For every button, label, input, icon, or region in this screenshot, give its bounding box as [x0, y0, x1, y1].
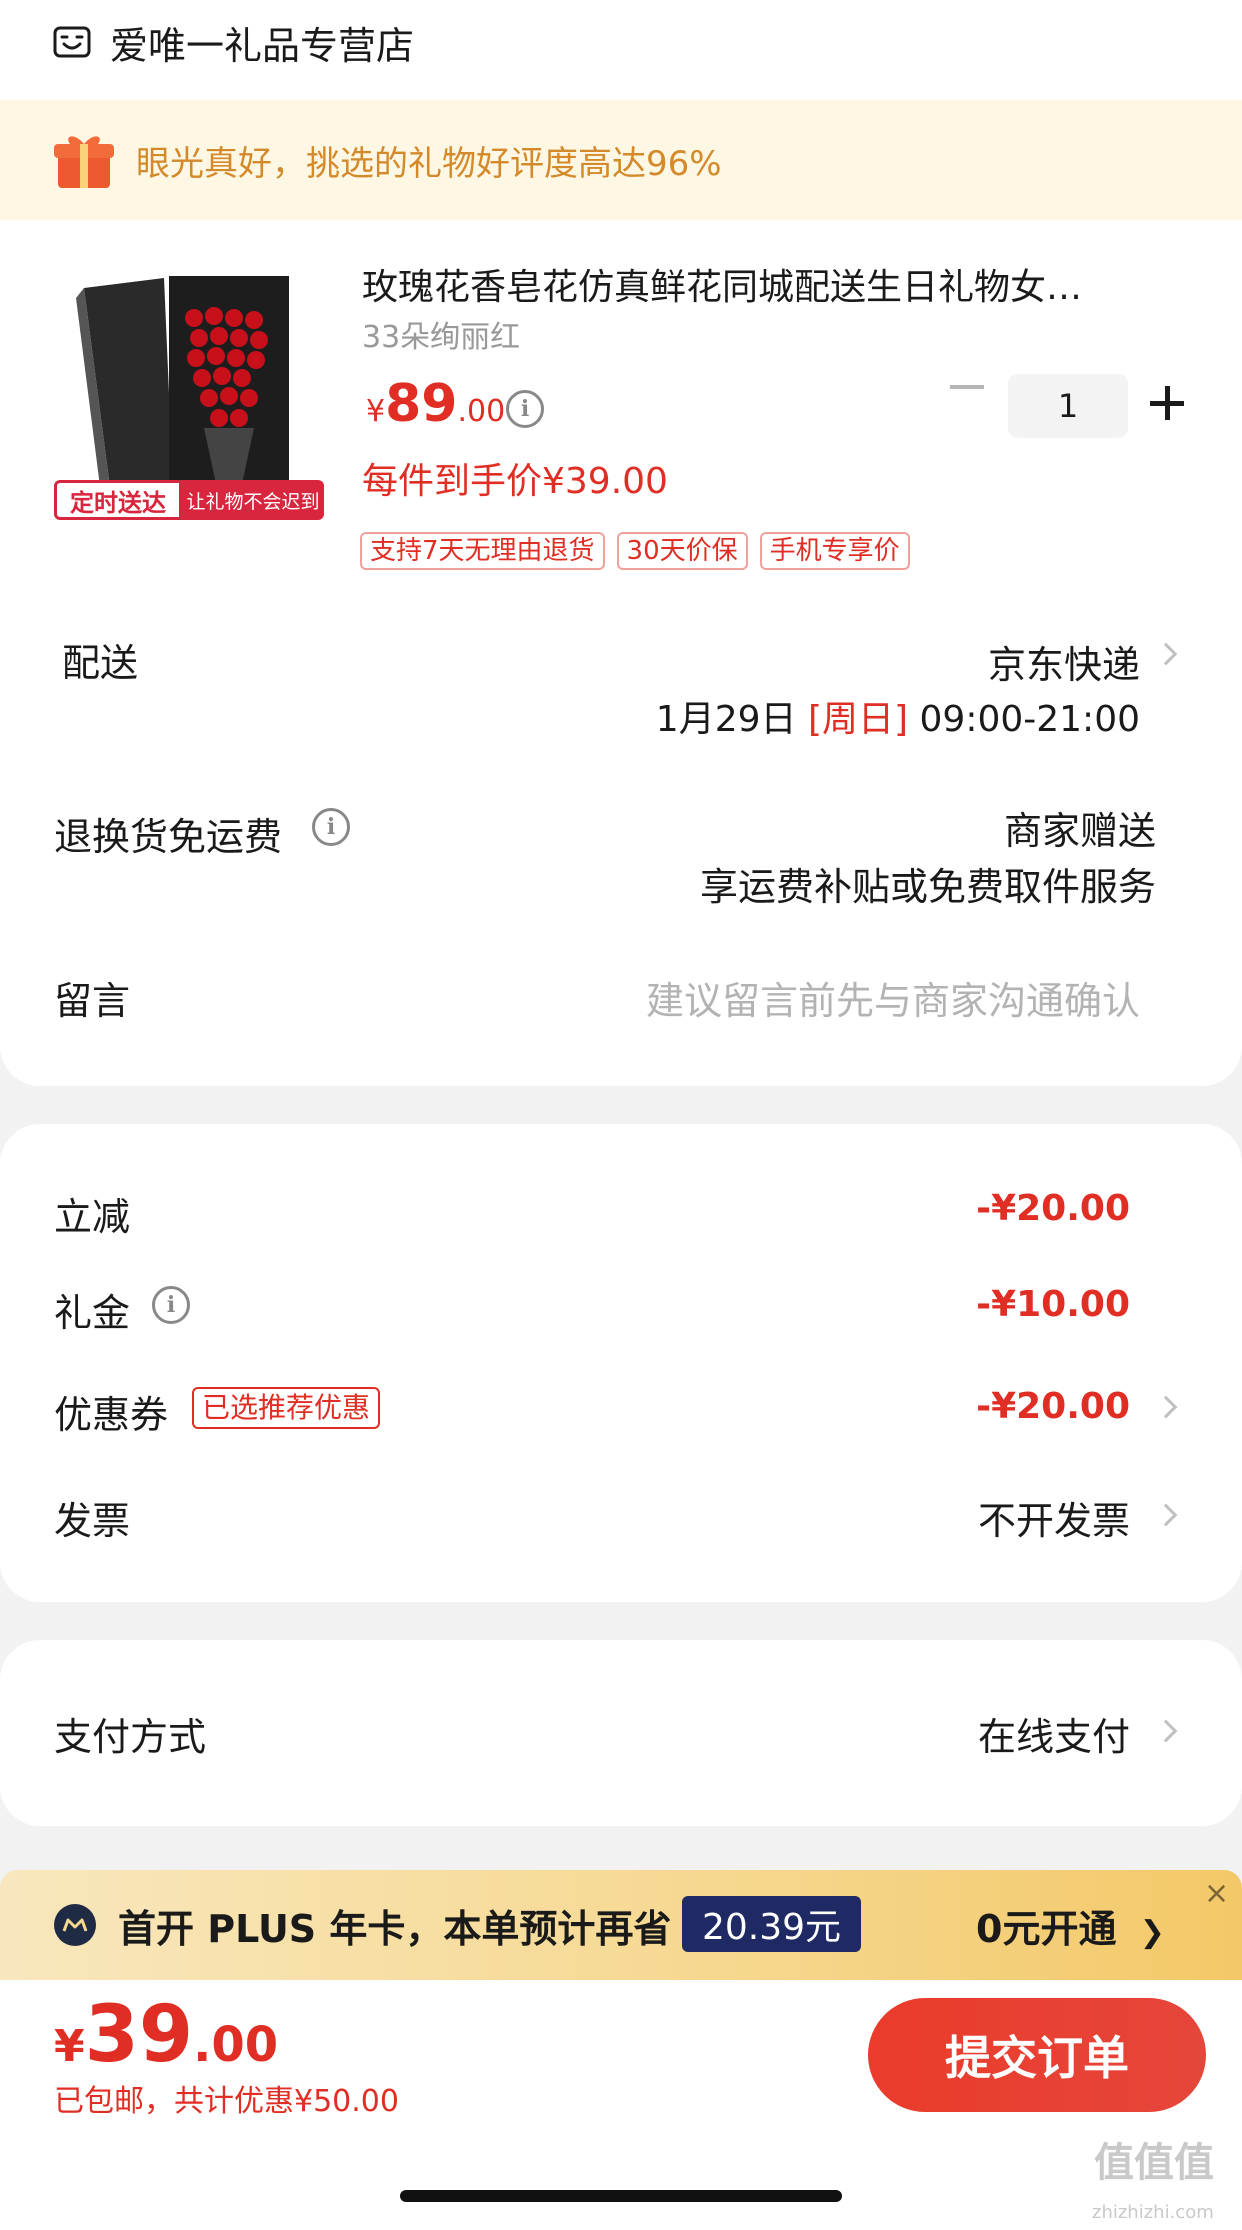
price-integer: 89 — [385, 374, 458, 434]
payment-label: 支付方式 — [54, 1715, 207, 1759]
submit-order-button[interactable]: 提交订单 — [868, 1998, 1206, 2112]
payment-value[interactable]: 在线支付 — [840, 1706, 1130, 1761]
checkout-bar: ¥ 39 .00 已包邮，共计优惠¥50.00 提交订单 值值值 zhizhiz… — [0, 1980, 1242, 2230]
order-card: 爱唯一礼品专营店 眼光真好，挑选的礼物好评度高达96% 定时送达 让礼物不会迟到… — [0, 0, 1242, 1086]
plus-open-label: 0元开通 — [976, 1907, 1117, 1951]
gift-money-info-icon[interactable]: i — [152, 1286, 190, 1324]
gift-icon — [54, 136, 114, 188]
store-icon — [53, 26, 91, 58]
delivery-date: 1月29日 — [655, 699, 797, 740]
invoice-chevron-icon[interactable] — [1154, 1503, 1178, 1527]
product-price: ¥ 89 .00 — [366, 374, 505, 434]
product-image[interactable]: 定时送达 让礼物不会迟到 — [54, 268, 324, 534]
gift-banner: 眼光真好，挑选的礼物好评度高达96% — [0, 100, 1242, 220]
total-integer: 39 — [84, 1990, 194, 2080]
product-spec[interactable]: 33朵绚丽红 — [362, 312, 520, 356]
timed-delivery-sub: 让礼物不会迟到 — [182, 480, 324, 520]
tag-price-protect: 30天价保 — [616, 532, 748, 570]
plus-open-chevron-icon: ❯ — [1139, 1915, 1165, 1950]
plus-savings-amount: 20.39元 — [682, 1896, 862, 1952]
total-decimal: .00 — [193, 2017, 279, 2073]
delivery-label: 配送 — [62, 641, 139, 685]
store-row[interactable]: 爱唯一礼品专营店 — [52, 10, 414, 74]
coupon-value[interactable]: -¥20.00 — [840, 1386, 1130, 1427]
tag-return: 支持7天无理由退货 — [360, 532, 605, 570]
return-shipping-info-icon[interactable]: i — [312, 808, 350, 846]
price-symbol: ¥ — [366, 394, 386, 429]
timed-delivery-badge: 定时送达 — [54, 480, 182, 520]
delivery-carrier[interactable]: 京东快递 — [800, 634, 1140, 689]
delivery-time[interactable]: 1月29日 [周日] 09:00-21:00 — [600, 690, 1140, 742]
quantity-decrease-button[interactable] — [950, 385, 984, 389]
delivery-weekday: [周日] — [807, 699, 909, 740]
plus-banner-text: 首开 PLUS 年卡，本单预计再省 — [118, 1907, 672, 1951]
watermark-logo: 值值值 — [1094, 2140, 1214, 2186]
product-tags: 支持7天无理由退货 30天价保 手机专享价 — [360, 532, 910, 570]
instant-discount-label: 立减 — [54, 1195, 131, 1239]
product-title[interactable]: 玫瑰花香皂花仿真鲜花同城配送生日礼物女… — [362, 258, 1162, 310]
payment-card[interactable]: 支付方式 在线支付 — [0, 1640, 1242, 1826]
delivery-hours: 09:00-21:00 — [919, 699, 1140, 740]
coupon-tag: 已选推荐优惠 — [192, 1387, 381, 1429]
discount-card: 立减 -¥20.00 礼金 i -¥10.00 优惠券 已选推荐优惠 -¥20.… — [0, 1124, 1242, 1602]
price-info-icon[interactable]: i — [506, 390, 544, 428]
watermark-url: zhizhizhi.com — [1092, 2202, 1214, 2223]
message-label: 留言 — [54, 979, 131, 1023]
gift-money-label: 礼金 — [54, 1291, 131, 1335]
price-decimal: .00 — [457, 394, 506, 429]
return-shipping-value: 商家赠送 — [1003, 809, 1156, 853]
plus-close-icon[interactable]: × — [1204, 1876, 1229, 1911]
order-total: ¥ 39 .00 — [54, 1990, 278, 2080]
tag-mobile-price: 手机专享价 — [759, 532, 910, 570]
payment-chevron-icon[interactable] — [1154, 1719, 1178, 1743]
coupon-label: 优惠券 — [54, 1393, 169, 1437]
gift-money-value: -¥10.00 — [976, 1284, 1130, 1325]
instant-discount-value: -¥20.00 — [976, 1188, 1130, 1229]
return-shipping-desc: 享运费补贴或免费取件服务 — [699, 865, 1156, 909]
quantity-increase-button[interactable] — [1150, 386, 1184, 420]
total-symbol: ¥ — [54, 2021, 85, 2072]
hand-price: 每件到手价¥39.00 — [362, 461, 668, 502]
store-name: 爱唯一礼品专营店 — [110, 23, 415, 68]
coupon-chevron-icon[interactable] — [1154, 1395, 1178, 1419]
plus-banner[interactable]: 首开 PLUS 年卡，本单预计再省 20.39元 0元开通 ❯ × — [0, 1870, 1242, 1980]
gift-banner-text: 眼光真好，挑选的礼物好评度高达96% — [136, 143, 722, 184]
home-indicator[interactable] — [400, 2190, 842, 2202]
plus-open-button[interactable]: 0元开通 ❯ — [976, 1898, 1165, 1953]
delivery-chevron-icon[interactable] — [1154, 642, 1178, 666]
invoice-value[interactable]: 不开发票 — [840, 1490, 1130, 1545]
message-input[interactable]: 建议留言前先与商家沟通确认 — [500, 970, 1140, 1025]
plus-logo-icon — [54, 1904, 96, 1946]
total-subtext: 已包邮，共计优惠¥50.00 — [54, 2084, 399, 2119]
quantity-input[interactable]: 1 — [1008, 374, 1128, 438]
invoice-label: 发票 — [54, 1499, 131, 1543]
return-shipping-label: 退换货免运费 — [54, 815, 283, 859]
